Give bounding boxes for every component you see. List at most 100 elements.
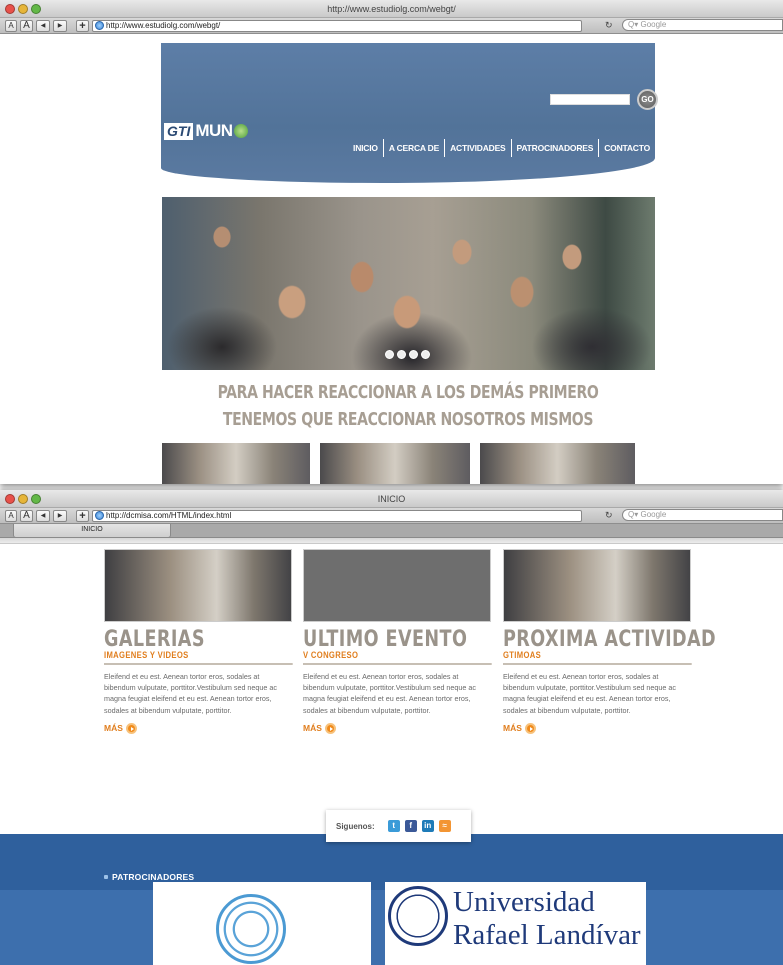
thumbnail-image[interactable] [162,443,310,484]
column-subtitle: V CONGRESO [303,650,492,665]
site-header: GO GTI MUN INICIO A CERCA DE ACTIVIDADES… [161,43,658,183]
title-bar: INICIO [0,490,783,508]
sponsors-heading: PATROCINADORES [104,872,194,882]
sponsor-url-logo[interactable]: Universidad Rafael Landívar [385,882,646,965]
close-icon[interactable] [5,494,15,504]
un-emblem-icon [216,894,286,964]
window-title: http://www.estudiolg.com/webgt/ [327,4,456,14]
browser-toolbar: A A ◀ ▶ + http://dcmisa.com/HTML/index.h… [0,508,783,524]
arrow-circle-icon [524,722,536,734]
column-subtitle: IMAGENES Y VIDEOS [104,650,293,665]
search-placeholder: Google [640,20,667,29]
reload-icon[interactable]: ↻ [605,510,613,521]
address-text: http://www.estudiolg.com/webgt/ [106,20,221,30]
address-bar[interactable]: http://www.estudiolg.com/webgt/ [92,19,582,32]
column-image-placeholder[interactable] [303,549,491,622]
text-bigger-button[interactable]: A [20,509,33,522]
sponsor-name-line: Universidad [453,886,595,918]
browser-window-1: http://www.estudiolg.com/webgt/ A A ◀ ▶ … [0,0,783,484]
tab-inicio[interactable]: INICIO [13,524,171,538]
follow-label: Siguenos: [336,821,375,831]
arrow-circle-icon [125,722,137,734]
slider-dot[interactable] [409,350,418,359]
sponsor-university-name: Universidad Rafael Landívar [453,886,641,952]
column-proxima-actividad: PROXIMA ACTIVIDAD GTIMOAS Eleifend et eu… [503,549,717,734]
nav-actividades[interactable]: ACTIVIDADES [444,139,510,157]
slogan-heading: PARA HACER REACCIONAR A LOS DEMÁS PRIMER… [217,382,599,430]
text-smaller-button[interactable]: A [5,19,17,32]
more-label: MÁS [104,723,123,734]
facebook-icon[interactable]: f [404,820,417,832]
more-link[interactable]: MÁS [303,722,491,734]
thumbnail-image[interactable] [320,443,470,484]
nav-inicio[interactable]: INICIO [348,139,383,157]
column-galerias: GALERIAS IMAGENES Y VIDEOS Eleifend et e… [104,549,293,734]
browser-toolbar: A A ◀ ▶ + http://www.estudiolg.com/webgt… [0,18,783,34]
column-subtitle: GTIMOAS [503,650,692,665]
go-button[interactable]: GO [637,89,658,110]
site-search-input[interactable] [550,94,630,105]
window-controls [5,494,41,504]
back-button[interactable]: ◀ [36,509,50,522]
column-title: GALERIAS [104,627,205,652]
minimize-icon[interactable] [18,4,28,14]
globe-icon [95,21,104,30]
rss-icon[interactable]: ≈ [438,820,451,832]
zoom-icon[interactable] [31,4,41,14]
more-link[interactable]: MÁS [503,722,691,734]
forward-button[interactable]: ▶ [53,509,67,522]
add-bookmark-button[interactable]: + [76,19,89,32]
linkedin-icon[interactable]: in [421,820,434,832]
more-link[interactable]: MÁS [104,722,292,734]
zoom-icon[interactable] [31,494,41,504]
add-bookmark-button[interactable]: + [76,509,89,522]
search-placeholder: Google [640,510,667,519]
column-ultimo-evento: ULTIMO EVENTO V CONGRESO Eleifend et eu … [303,549,492,734]
minimize-icon[interactable] [18,494,28,504]
follow-us-box: Siguenos: t f in ≈ [326,810,471,842]
slider-dot[interactable] [385,350,394,359]
sponsor-un-logo[interactable] [153,882,371,965]
globe-icon [95,511,104,520]
more-label: MÁS [303,723,322,734]
university-seal-icon [388,886,448,946]
nav-contacto[interactable]: CONTACTO [598,139,655,157]
site-logo[interactable]: GTI MUN [164,121,248,141]
browser-window-2: INICIO A A ◀ ▶ + http://dcmisa.com/HTML/… [0,490,783,965]
column-image[interactable] [104,549,292,622]
more-label: MÁS [503,723,522,734]
nav-acerca-de[interactable]: A CERCA DE [382,139,444,157]
main-nav: INICIO A CERCA DE ACTIVIDADES PATROCINAD… [348,139,655,157]
tab-bar-shadow [0,538,783,544]
search-field[interactable]: Q▾ Google [622,19,783,31]
title-bar: http://www.estudiolg.com/webgt/ [0,0,783,18]
column-image[interactable] [503,549,691,622]
sponsor-name-line: Rafael Landívar [453,919,641,951]
forward-button[interactable]: ▶ [53,19,67,32]
column-body: Eleifend et eu est. Aenean tortor eros, … [104,672,278,715]
tab-strip: INICIO [0,524,783,538]
text-smaller-button[interactable]: A [5,509,17,522]
thumbnail-image[interactable] [480,443,635,484]
slider-dot[interactable] [421,350,430,359]
arrow-circle-icon [324,722,336,734]
globe-logo-icon [233,124,248,138]
logo-mun-text: MUN [195,121,233,140]
nav-patrocinadores[interactable]: PATROCINADORES [510,139,599,157]
reload-icon[interactable]: ↻ [605,20,613,31]
window-title: INICIO [377,494,406,504]
slider-dots [385,350,430,359]
address-text: http://dcmisa.com/HTML/index.html [106,510,232,520]
column-title: ULTIMO EVENTO [303,627,468,652]
address-bar[interactable]: http://dcmisa.com/HTML/index.html [92,509,582,522]
back-button[interactable]: ◀ [36,19,50,32]
text-bigger-button[interactable]: A [20,19,33,32]
column-body: Eleifend et eu est. Aenean tortor eros, … [303,672,477,715]
close-icon[interactable] [5,4,15,14]
hero-slider-image [162,197,655,370]
column-title: PROXIMA ACTIVIDAD [503,627,717,652]
search-field[interactable]: Q▾ Google [622,509,783,521]
twitter-icon[interactable]: t [387,820,400,832]
slider-dot[interactable] [397,350,406,359]
bullet-icon [104,875,108,879]
